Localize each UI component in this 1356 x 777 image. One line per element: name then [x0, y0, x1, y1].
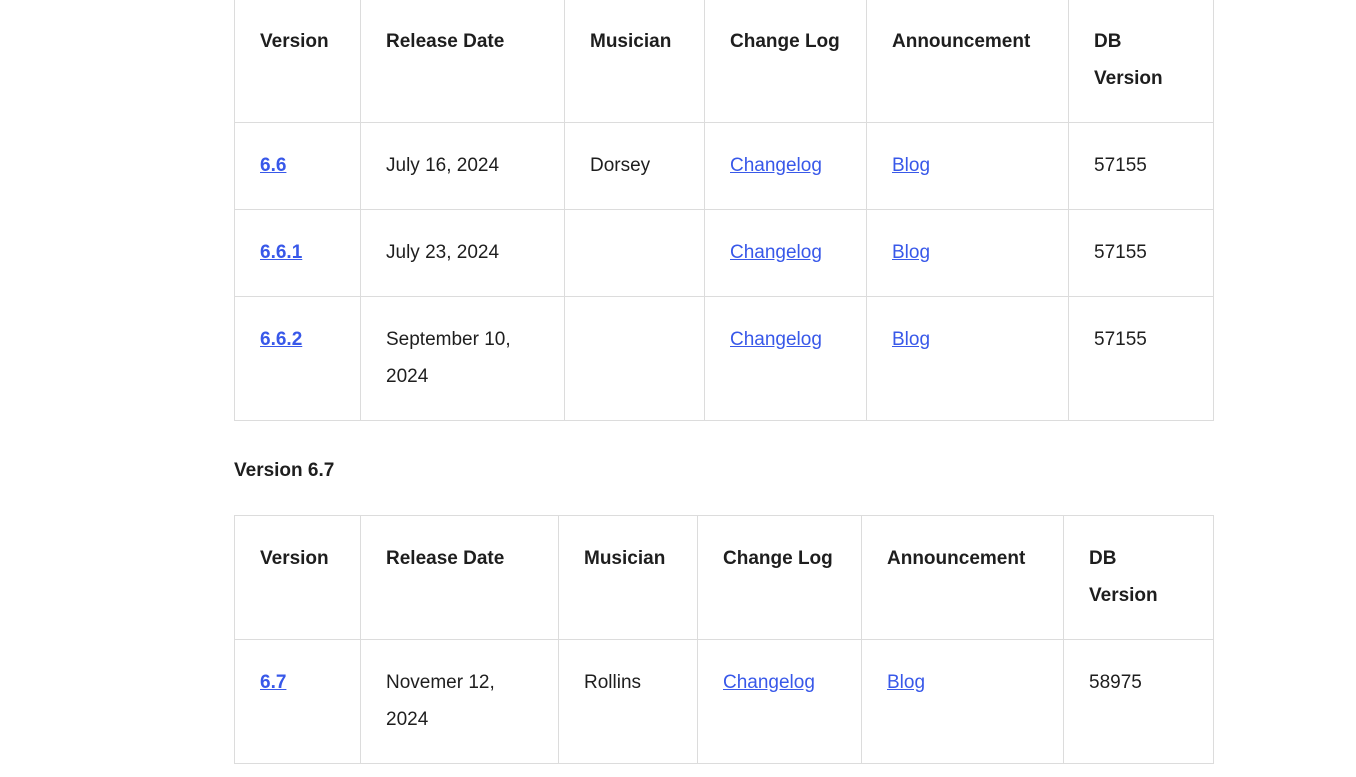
blog-link[interactable]: Blog	[892, 242, 930, 263]
version-link[interactable]: 6.7	[260, 672, 286, 693]
changelog-link[interactable]: Changelog	[730, 155, 822, 176]
cell-release-date: Novemer 12, 2024	[360, 639, 559, 764]
section-heading: Version 6.7	[234, 460, 335, 481]
changelog-link[interactable]: Changelog	[730, 329, 822, 350]
changelog-link[interactable]: Changelog	[730, 242, 822, 263]
blog-link[interactable]: Blog	[892, 329, 930, 350]
table-row: 6.6.2 September 10, 2024 Changelog Blog 5715…	[234, 296, 1214, 421]
cell-release-date: July 23, 2024	[360, 209, 565, 297]
header-release-date: Release Date	[360, 0, 565, 123]
cell-announcement: Blog	[866, 122, 1069, 210]
header-db-version: DB Version	[1063, 515, 1214, 640]
cell-musician	[564, 296, 705, 421]
blog-link[interactable]: Blog	[887, 672, 925, 693]
header-announcement: Announcement	[861, 515, 1064, 640]
cell-release-date: September 10, 2024	[360, 296, 565, 421]
changelog-link[interactable]: Changelog	[723, 672, 815, 693]
version-6-6-table: Version Release Date Musician Change Log…	[234, 0, 1214, 421]
cell-db-version: 57155	[1068, 209, 1214, 297]
cell-musician	[564, 209, 705, 297]
cell-db-version: 57155	[1068, 296, 1214, 421]
cell-version: 6.6.2	[234, 296, 361, 421]
version-6-7-table-wrap: Version Release Date Musician Change Log…	[234, 515, 1214, 764]
header-version: Version	[234, 515, 361, 640]
version-6-7-table: Version Release Date Musician Change Log…	[234, 515, 1214, 764]
version-link[interactable]: 6.6.2	[260, 329, 302, 350]
cell-db-version: 57155	[1068, 122, 1214, 210]
table-header-row: Version Release Date Musician Change Log…	[234, 515, 1214, 640]
table-header-row: Version Release Date Musician Change Log…	[234, 0, 1214, 123]
blog-link[interactable]: Blog	[892, 155, 930, 176]
cell-changelog: Changelog	[697, 639, 862, 764]
cell-announcement: Blog	[861, 639, 1064, 764]
cell-version: 6.6	[234, 122, 361, 210]
cell-db-version: 58975	[1063, 639, 1214, 764]
cell-version: 6.6.1	[234, 209, 361, 297]
cell-musician: Rollins	[558, 639, 698, 764]
cell-changelog: Changelog	[704, 209, 867, 297]
cell-release-date: July 16, 2024	[360, 122, 565, 210]
cell-announcement: Blog	[866, 209, 1069, 297]
header-musician: Musician	[558, 515, 698, 640]
header-db-version: DB Version	[1068, 0, 1214, 123]
header-change-log: Change Log	[697, 515, 862, 640]
cell-changelog: Changelog	[704, 122, 867, 210]
cell-musician: Dorsey	[564, 122, 705, 210]
header-release-date: Release Date	[360, 515, 559, 640]
cell-version: 6.7	[234, 639, 361, 764]
cell-changelog: Changelog	[704, 296, 867, 421]
version-link[interactable]: 6.6	[260, 155, 286, 176]
header-musician: Musician	[564, 0, 705, 123]
header-announcement: Announcement	[866, 0, 1069, 123]
version-link[interactable]: 6.6.1	[260, 242, 302, 263]
cell-announcement: Blog	[866, 296, 1069, 421]
header-version: Version	[234, 0, 361, 123]
version-6-6-table-wrap: Version Release Date Musician Change Log…	[234, 0, 1214, 421]
table-row: 6.6 July 16, 2024 Dorsey Changelog Blog 57155	[234, 122, 1214, 210]
table-row: 6.6.1 July 23, 2024 Changelog Blog 57155	[234, 209, 1214, 297]
header-change-log: Change Log	[704, 0, 867, 123]
table-row: 6.7 Novemer 12, 2024 Rollins Changelog Blog 5…	[234, 639, 1214, 764]
